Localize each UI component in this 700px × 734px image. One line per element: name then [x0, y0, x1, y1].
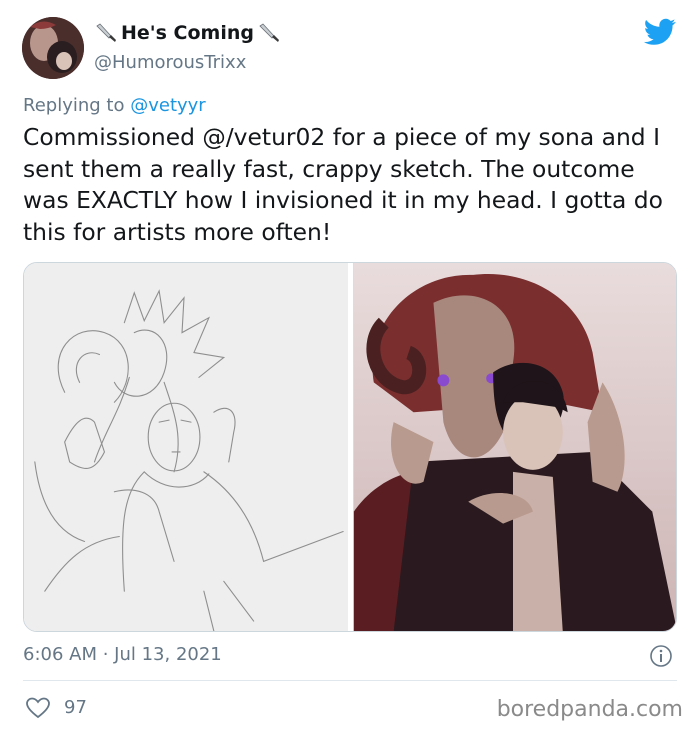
avatar-image	[22, 17, 84, 79]
tweet-text: Commissioned @/vetur02 for a piece of my…	[23, 123, 663, 246]
watermark: boredpanda.com	[496, 697, 683, 722]
reply-mention-link[interactable]: @vetyyr	[130, 95, 206, 116]
divider	[23, 680, 677, 681]
user-handle[interactable]: @HumorousTrixx	[94, 52, 246, 73]
knife-icon	[259, 23, 279, 42]
like-count: 97	[64, 697, 87, 718]
artwork-image[interactable]	[353, 263, 676, 631]
reply-context: Replying to @vetyyr	[23, 95, 206, 116]
sketch-image[interactable]	[24, 263, 348, 631]
knife-icon	[96, 23, 116, 42]
artwork-illustration	[353, 263, 676, 631]
sketch-illustration	[24, 263, 348, 631]
reply-prefix: Replying to	[23, 95, 125, 116]
heart-icon[interactable]	[26, 697, 50, 719]
info-icon[interactable]	[649, 644, 673, 668]
tweet-header: He's Coming @HumorousTrixx	[0, 0, 700, 90]
tweet-timestamp[interactable]: 6:06 AM · Jul 13, 2021	[23, 644, 222, 665]
avatar[interactable]	[22, 17, 84, 79]
display-name-row[interactable]: He's Coming	[94, 22, 281, 44]
twitter-bird-icon[interactable]	[644, 18, 676, 46]
tweet-media[interactable]	[23, 262, 677, 632]
display-name: He's Coming	[121, 22, 254, 44]
